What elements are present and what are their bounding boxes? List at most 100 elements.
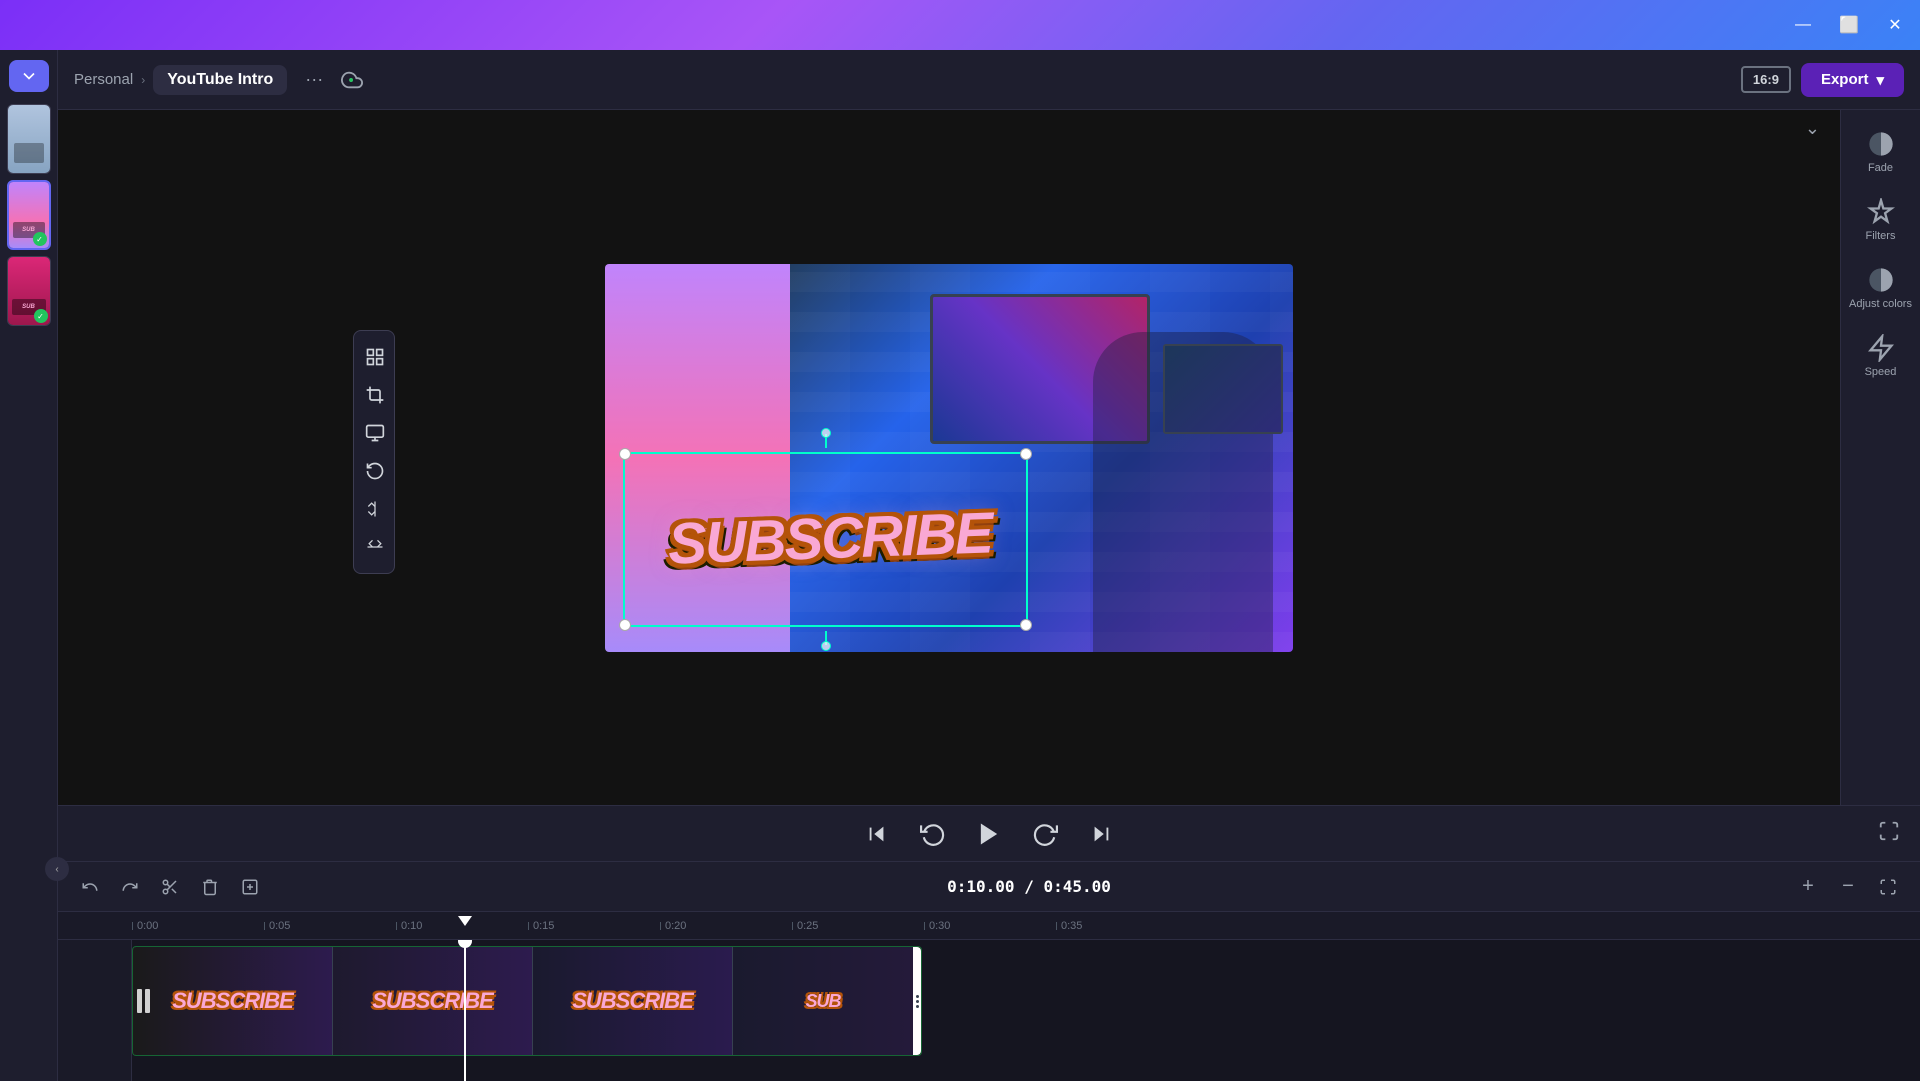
playhead-ruler-indicator	[458, 916, 472, 926]
rotate-tool-button[interactable]	[354, 453, 396, 489]
scissors-button[interactable]	[154, 871, 186, 903]
pause-icon-1	[137, 989, 150, 1013]
delete-button[interactable]	[194, 871, 226, 903]
speed-icon	[1867, 334, 1895, 362]
minimize-button[interactable]: —	[1788, 10, 1818, 40]
preview-area: ⌄	[58, 110, 1840, 805]
ruler-mark-5: 0:25	[792, 920, 924, 932]
close-button[interactable]: ✕	[1880, 10, 1910, 40]
timeline-right-controls: + −	[1792, 871, 1904, 903]
skip-back-icon	[866, 823, 888, 845]
ruler-mark-4: 0:20	[660, 920, 792, 932]
filters-icon	[1867, 198, 1895, 226]
skip-back-button[interactable]	[859, 816, 895, 852]
crop-tool-button[interactable]	[354, 377, 396, 413]
left-panel: SUB ✓ SUB ✓ ‹	[0, 50, 58, 1081]
transform-tool-button[interactable]	[354, 339, 396, 375]
title-bar-controls: — ⬜ ✕	[1788, 10, 1910, 40]
clip-subscribe-text-3: SUBSCRIBE	[572, 988, 693, 1014]
export-button[interactable]: Export ▾	[1801, 63, 1904, 97]
timeline-tracks: SUBSCRIBE SUBSCRIBE SUBSCRIBE SUB	[58, 940, 1920, 1081]
pause-bar-left	[137, 989, 142, 1013]
forward-5-icon	[1032, 821, 1058, 847]
second-monitor	[1163, 344, 1283, 434]
play-button[interactable]	[971, 816, 1007, 852]
fade-label: Fade	[1868, 162, 1893, 174]
zoom-in-button[interactable]: +	[1792, 871, 1824, 903]
playhead[interactable]	[464, 940, 466, 1081]
cloud-icon	[341, 69, 363, 91]
timeline-area: 0:00 0:05 0:10	[58, 912, 1920, 1081]
thumbnail-check-3: ✓	[34, 309, 48, 323]
zoom-out-button[interactable]: −	[1832, 871, 1864, 903]
track-label-col	[58, 940, 132, 1081]
fit-timeline-button[interactable]	[1872, 871, 1904, 903]
handle-dot	[916, 995, 919, 998]
cloud-save-button[interactable]	[341, 69, 363, 91]
chevron-down-icon	[19, 66, 39, 86]
breadcrumb: Personal › YouTube Intro	[74, 65, 287, 95]
breadcrumb-personal[interactable]: Personal	[74, 71, 133, 88]
skip-forward-icon	[1090, 823, 1112, 845]
time-display: 0:10.00 / 0:45.00	[947, 877, 1111, 896]
undo-icon	[81, 878, 99, 896]
flip-v-icon	[365, 537, 385, 557]
display-tool-button[interactable]	[354, 415, 396, 451]
fullscreen-icon	[1878, 820, 1900, 842]
rotate-icon	[365, 461, 385, 481]
expand-preview-button[interactable]: ⌄	[1805, 118, 1820, 139]
speed-label: Speed	[1865, 366, 1897, 378]
panel-toggle-button[interactable]	[9, 60, 49, 92]
fit-icon	[1879, 878, 1897, 896]
track-clip-main[interactable]: SUBSCRIBE SUBSCRIBE SUBSCRIBE SUB	[132, 946, 922, 1056]
timeline-toolbar: 0:10.00 / 0:45.00 + −	[58, 862, 1920, 912]
rewind-5-button[interactable]	[915, 816, 951, 852]
clip-end-handle[interactable]	[913, 947, 921, 1055]
clip-subscribe-text-2: SUBSCRIBE	[372, 988, 493, 1014]
play-icon	[975, 820, 1003, 848]
speed-tool-button[interactable]: Speed	[1849, 324, 1913, 388]
bottom-section: 0:10.00 / 0:45.00 + −	[58, 861, 1920, 1081]
adjust-colors-tool-button[interactable]: Adjust colors	[1849, 256, 1913, 320]
thumbnail-item-1[interactable]	[7, 104, 51, 174]
maximize-button[interactable]: ⬜	[1834, 10, 1864, 40]
ruler-mark-2: 0:10	[396, 920, 528, 932]
undo-button[interactable]	[74, 871, 106, 903]
second-monitor-content	[1165, 346, 1281, 432]
crop-icon	[365, 385, 385, 405]
more-options-button[interactable]: ···	[297, 65, 331, 94]
add-clip-button[interactable]	[234, 871, 266, 903]
timeline-ruler: 0:00 0:05 0:10	[58, 912, 1920, 940]
flip-v-tool-button[interactable]	[354, 529, 396, 565]
fullscreen-button[interactable]	[1878, 820, 1900, 847]
top-bar-right: 16:9 Export ▾	[1741, 63, 1904, 97]
project-title[interactable]: YouTube Intro	[153, 65, 287, 95]
forward-5-button[interactable]	[1027, 816, 1063, 852]
thumbnail-item-3[interactable]: SUB ✓	[7, 256, 51, 326]
trash-icon	[201, 878, 219, 896]
thumbnail-item-2[interactable]: SUB ✓	[7, 180, 51, 250]
fade-icon	[1867, 130, 1895, 158]
clip-subscribe-text-4: SUB	[805, 991, 840, 1012]
preview-right-row: ⌄	[58, 110, 1920, 805]
fade-tool-button[interactable]: Fade	[1849, 120, 1913, 184]
collapse-panel-button[interactable]: ‹	[45, 857, 69, 881]
skip-forward-button[interactable]	[1083, 816, 1119, 852]
flip-h-tool-button[interactable]	[354, 491, 396, 527]
video-left-bg	[605, 264, 790, 652]
adjust-colors-icon	[1867, 266, 1895, 294]
right-panel: Fade Filters Adjust colors	[1840, 110, 1920, 805]
track-content: SUBSCRIBE SUBSCRIBE SUBSCRIBE SUB	[132, 940, 1920, 1081]
filters-tool-button[interactable]: Filters	[1849, 188, 1913, 252]
transform-icon	[365, 347, 385, 367]
filters-label: Filters	[1866, 230, 1896, 242]
handle-dot	[916, 1000, 919, 1003]
add-clip-icon	[241, 878, 259, 896]
top-bar: Personal › YouTube Intro ··· 16:9 Export…	[58, 50, 1920, 110]
handle-dot	[916, 1005, 919, 1008]
redo-button[interactable]	[114, 871, 146, 903]
video-preview: SUBSCRIBE	[605, 264, 1293, 652]
floating-toolbar	[353, 330, 395, 574]
title-bar: — ⬜ ✕	[0, 0, 1920, 50]
adjust-colors-label: Adjust colors	[1849, 298, 1912, 310]
